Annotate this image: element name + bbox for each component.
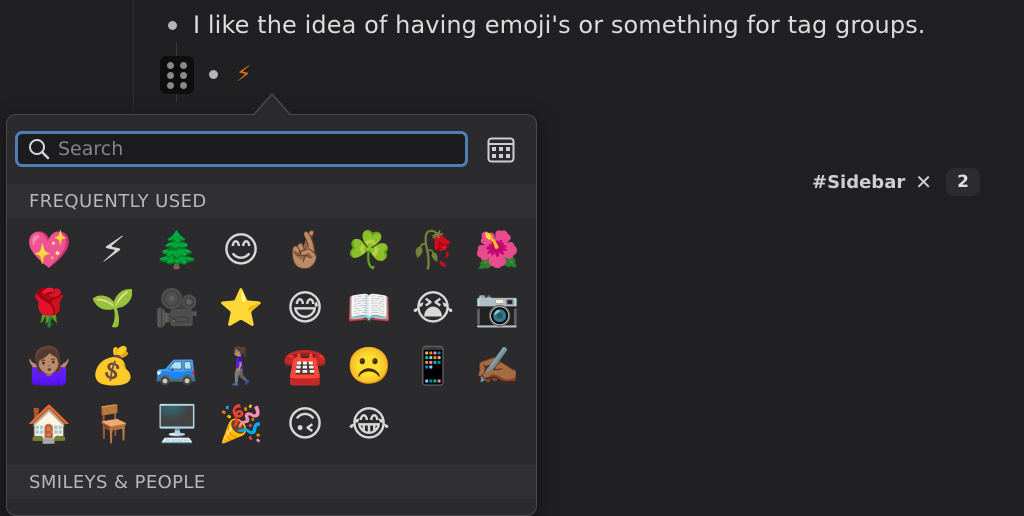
emoji-rose[interactable]: 🌹 [17,279,81,337]
emoji-grid: 💖 ⚡ 🌲 😊 🤞🏽 ☘️ 🥀 🌺 🌹 🌱 🎥 ⭐ 😅 📖 😭 📷 🤷🏽‍♀️ … [17,221,529,453]
section-header-smileys-people: SMILEYS & PEOPLE [7,465,536,499]
emoji-wilted-flower[interactable]: 🥀 [401,221,465,279]
emoji-party-popper[interactable]: 🎉 [209,395,273,453]
emoji-upside-down-face[interactable]: 🙃 [273,395,337,453]
close-icon[interactable]: ✕ [915,170,932,194]
emoji-crossed-fingers[interactable]: 🤞🏽 [273,221,337,279]
emoji-grinning-sweat[interactable]: 😅 [273,279,337,337]
sidebar-tag[interactable]: #Sidebar ✕ [812,170,932,194]
emoji-smiling-face[interactable]: 😊 [209,221,273,279]
emoji-evergreen-tree[interactable]: 🌲 [145,221,209,279]
bullet-dot [168,20,177,30]
popover-arrow-inner [254,95,290,116]
emoji-tears-of-joy[interactable]: 😂 [337,395,401,453]
emoji-open-book[interactable]: 📖 [337,279,401,337]
bullet-line: I like the idea of having emoji's or som… [168,5,926,45]
section-header-frequently-used: FREQUENTLY USED [7,184,536,218]
emoji-picker: FREQUENTLY USED 💖 ⚡ 🌲 😊 🤞🏽 ☘️ 🥀 🌺 🌹 🌱 🎥 … [6,114,537,516]
bullet-dot [209,70,218,79]
emoji-desktop-computer[interactable]: 🖥️ [145,395,209,453]
emoji-money-bag[interactable]: 💰 [81,337,145,395]
bullet-text[interactable]: I like the idea of having emoji's or som… [193,11,926,39]
emoji-high-voltage[interactable]: ⚡ [81,221,145,279]
tag-count-badge: 2 [946,168,980,196]
emoji-shamrock[interactable]: ☘️ [337,221,401,279]
emoji-sparkling-heart[interactable]: 💖 [17,221,81,279]
drag-handle-icon[interactable] [160,56,194,94]
emoji-chair[interactable]: 🪑 [81,395,145,453]
character-viewer-icon[interactable] [487,137,515,163]
search-input[interactable] [56,137,465,161]
emoji-mobile-phone[interactable]: 📱 [401,337,465,395]
emoji-writing-hand[interactable]: ✍🏾 [465,337,529,395]
search-box[interactable] [15,131,468,167]
emoji-loudly-crying[interactable]: 😭 [401,279,465,337]
emoji-frowning-face[interactable]: ☹️ [337,337,401,395]
emoji-hibiscus[interactable]: 🌺 [465,221,529,279]
emoji-movie-camera[interactable]: 🎥 [145,279,209,337]
emoji-star[interactable]: ⭐ [209,279,273,337]
emoji-house[interactable]: 🏠 [17,395,81,453]
bullet-emoji[interactable]: ⚡ [236,62,251,87]
search-icon [29,139,50,160]
emoji-telephone[interactable]: ☎️ [273,337,337,395]
emoji-suv[interactable]: 🚙 [145,337,209,395]
emoji-seedling[interactable]: 🌱 [81,279,145,337]
emoji-camera[interactable]: 📷 [465,279,529,337]
emoji-woman-shrugging[interactable]: 🤷🏽‍♀️ [17,337,81,395]
emoji-woman-walking[interactable]: 🚶🏽‍♀️ [209,337,273,395]
tag-label[interactable]: #Sidebar [812,172,905,193]
